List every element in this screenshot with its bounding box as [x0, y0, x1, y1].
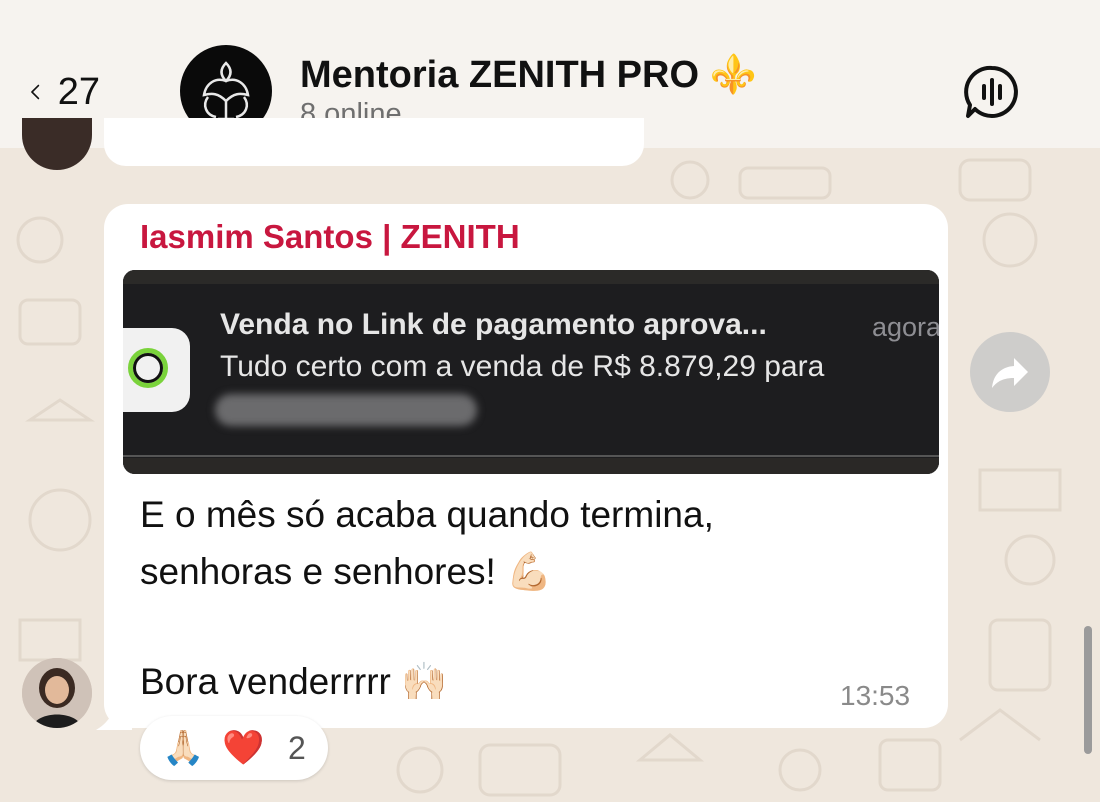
fleur-de-lis-icon: ⚜️ [709, 52, 757, 96]
message-text: Bora venderrrrr [140, 661, 391, 702]
app-ring-inner [133, 353, 163, 383]
message-time: 13:53 [840, 680, 911, 711]
group-title[interactable]: Mentoria ZENITH PRO ⚜️ [300, 52, 757, 97]
voice-chat-icon [964, 65, 1018, 118]
message-text-line: senhoras e senhores! 💪🏻 [140, 550, 552, 594]
previous-message-bubble[interactable] [104, 118, 644, 166]
praying-hands-icon: 🙏🏻 [162, 728, 205, 768]
message-text: senhoras e senhores! [140, 551, 496, 592]
group-title-text: Mentoria ZENITH PRO [300, 54, 700, 96]
notification-time: agora [872, 312, 939, 342]
notification-title: Venda no Link de pagamento aprova... [220, 308, 767, 341]
forward-arrow-icon [992, 358, 1028, 388]
raising-hands-icon: 🙌🏻 [401, 660, 448, 703]
redacted-text [215, 394, 477, 426]
forward-button[interactable] [970, 332, 1050, 412]
flexed-biceps-icon: 💪🏻 [506, 550, 553, 593]
voice-chat-button[interactable] [962, 62, 1022, 122]
notification-body: Tudo certo com a venda de R$ 8.879,29 pa… [220, 350, 825, 383]
sender-name[interactable]: Iasmim Santos | ZENITH [140, 218, 520, 256]
avatar-photo [22, 658, 92, 728]
message-text-line: E o mês só acaba quando termina, [140, 494, 714, 535]
sender-avatar[interactable] [22, 658, 92, 728]
chevron-left-icon [31, 84, 40, 100]
message-text-line: Bora venderrrrr 🙌🏻 [140, 660, 447, 704]
unread-count: 27 [57, 70, 100, 113]
scrollbar[interactable] [1084, 626, 1092, 754]
back-button[interactable]: 27 [30, 62, 100, 122]
reaction-count: 2 [288, 730, 306, 766]
red-heart-icon: ❤️ [222, 728, 265, 768]
